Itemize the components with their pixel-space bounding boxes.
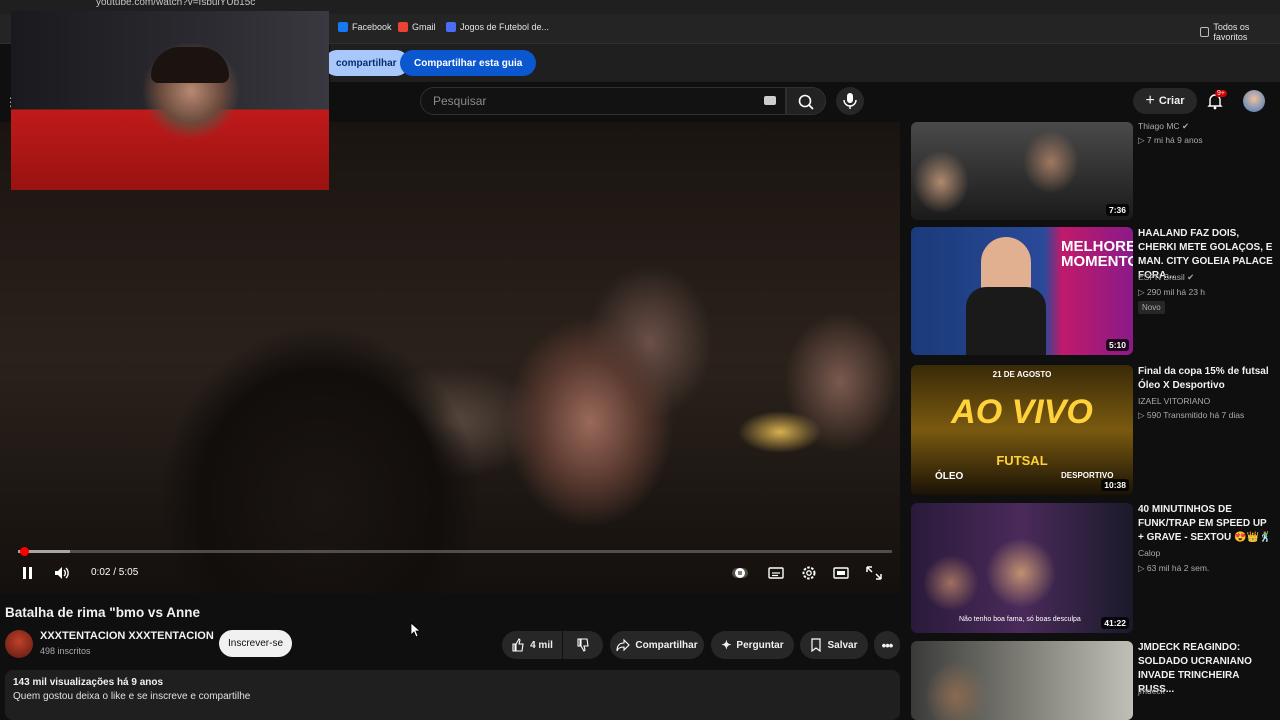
more-actions-button[interactable]: ••• [874,631,900,659]
webcam-person-hair [151,47,229,83]
recommended-thumbnail-3[interactable]: Não tenho boa fama, só boas desculpa 41:… [911,503,1133,633]
recommended-thumbnail-0[interactable]: 7:36 [911,122,1133,220]
autoplay-icon [732,568,748,578]
recommended-meta-0: ▷ 7 mi há 9 anos [1138,135,1203,145]
account-avatar[interactable] [1243,90,1265,112]
duration-badge: 41:22 [1101,617,1129,629]
share-icon [616,638,631,652]
share-button[interactable]: Compartilhar [610,631,704,659]
sparkle-icon: ✦ [721,638,732,652]
mic-icon [843,93,857,109]
search-button[interactable] [786,87,826,115]
autoplay-toggle[interactable] [731,565,749,581]
views-and-date: 143 mil visualizações há 9 anos [13,677,164,688]
recommended-meta-3: ▷ 63 mil há 2 sem. [1138,563,1210,573]
video-player[interactable] [0,122,900,594]
channel-avatar[interactable] [5,630,33,658]
dislike-button[interactable] [563,631,603,659]
new-badge: Novo [1138,301,1165,314]
recommended-thumbnail-1[interactable]: MELHORES MOMENTOS 5:10 [911,227,1133,355]
plus-icon: + [1145,92,1155,109]
share-bar: compartilhar Compartilhar esta guia [324,44,1280,82]
save-button[interactable]: Salvar [800,631,868,659]
create-button[interactable]: + Criar [1133,88,1197,114]
bookmark-site-icon [446,22,456,32]
recommended-meta-2: ▷ 590 Transmitido há 7 dias [1138,410,1245,420]
share-button-left[interactable]: compartilhar [324,50,409,76]
thumbs-down-icon [577,638,589,652]
keyboard-icon[interactable] [764,96,776,105]
volume-icon [55,567,69,579]
recommended-title-3[interactable]: 40 MINUTINHOS DE FUNK/TRAP EM SPEED UP +… [1138,503,1274,545]
search-icon [798,94,814,110]
recommended-channel-3[interactable]: Calop [1138,548,1160,558]
search-input[interactable]: Pesquisar [420,87,786,115]
bookmark-jogos[interactable]: Jogos de Futebol de... [446,22,549,32]
espn-overlay-text: MELHORES MOMENTOS [1061,238,1133,270]
theater-mode-button[interactable] [832,565,850,581]
futsal-text: FUTSAL [996,453,1048,468]
pause-button[interactable] [18,565,36,581]
folder-icon [1200,27,1210,37]
progress-scrubber[interactable] [20,547,29,556]
recommended-meta-1: ▷ 290 mil há 23 h [1138,287,1206,297]
fullscreen-button[interactable] [865,565,883,581]
live-date-text: 21 DE AGOSTO [992,370,1052,379]
mouse-cursor-icon [410,622,420,638]
ask-button[interactable]: ✦ Perguntar [711,631,794,659]
webcam-overlay [11,11,329,190]
bookmark-facebook[interactable]: Facebook [338,22,392,32]
gear-icon [802,566,816,580]
more-horizontal-icon: ••• [881,637,894,653]
volume-button[interactable] [53,565,71,581]
duration-badge: 5:10 [1105,339,1129,351]
like-button[interactable]: 4 mil [502,631,562,659]
fullscreen-icon [866,566,882,580]
verified-icon: ✔ [1187,272,1195,282]
settings-button[interactable] [800,565,818,581]
thumbnail-caption: Não tenho boa fama, só boas desculpa [959,616,1081,623]
duration-badge: 7:36 [1105,204,1129,216]
address-bar[interactable]: youtube.com/watch?v=fsbulYUb15c [96,0,255,8]
recommended-channel-2[interactable]: IZAEL VITORIANO [1138,396,1210,406]
bookmark-icon [811,638,822,652]
thumbnail-player-shirt [966,287,1046,355]
theater-icon [833,567,849,579]
notifications-button[interactable]: 9+ [1206,90,1227,110]
gmail-icon [398,22,408,32]
recommended-thumbnail-2[interactable]: 21 DE AGOSTO AO VIVO FUTSAL ÓLEO DESPORT… [911,365,1133,495]
notification-count: 9+ [1215,90,1227,97]
progress-bar[interactable] [18,550,892,553]
recommended-channel-1[interactable]: ESPN Brasil ✔ [1138,272,1194,283]
time-display: 0:02 / 5:05 [91,567,139,578]
recommended-channel-0[interactable]: Thiago MC ✔ [1138,121,1189,132]
subscribe-button[interactable]: Inscrever-se [219,630,292,657]
facebook-icon [338,22,348,32]
subscriber-count: 498 inscritos [40,646,91,656]
bookmark-gmail[interactable]: Gmail [398,22,436,32]
recommended-thumbnail-4[interactable] [911,641,1133,720]
subtitles-icon [768,567,784,579]
pause-icon [23,567,32,579]
channel-name[interactable]: XXXTENTACION XXXTENTACION [40,630,214,642]
share-tab-button[interactable]: Compartilhar esta guia [400,50,537,76]
video-title: Batalha de rima "bmo vs Anne [5,605,200,620]
team-a-text: ÓLEO [935,471,964,482]
verified-icon: ✔ [1181,121,1190,131]
recommended-title-2[interactable]: Final da copa 15% de futsal Óleo X Despo… [1138,365,1274,393]
description-text: Quem gostou deixa o like e se inscreve e… [13,691,251,702]
voice-search-button[interactable] [836,87,864,115]
duration-badge: 10:38 [1101,479,1129,491]
recommended-channel-4[interactable]: jmdeck [1138,686,1165,696]
all-favorites[interactable]: Todos os favoritos [1200,22,1280,42]
subtitles-button[interactable] [767,565,785,581]
thumbs-up-icon [512,638,524,652]
live-text: AO VIVO [951,393,1093,431]
